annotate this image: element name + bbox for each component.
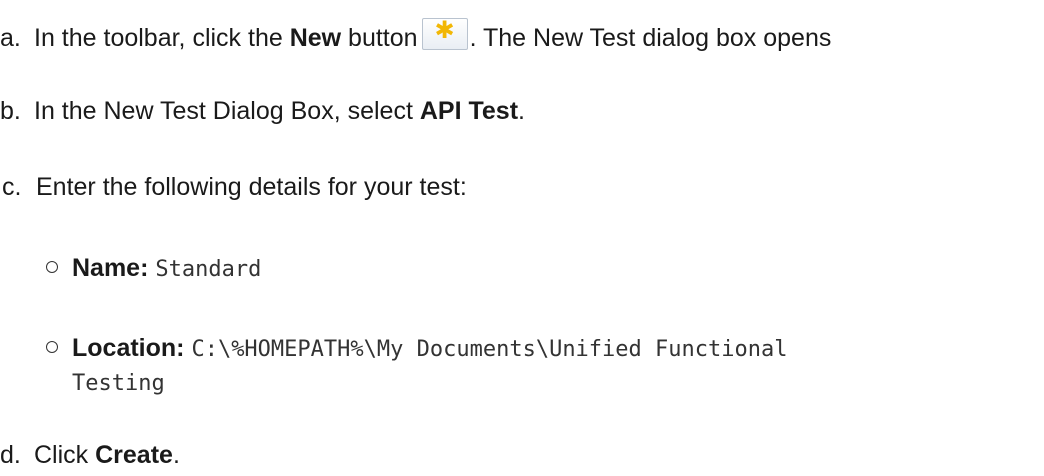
step-text: Click xyxy=(34,441,96,469)
detail-value-continued: Testing xyxy=(72,371,165,396)
bold-term-new: New xyxy=(289,24,342,52)
detail-location: Location: C:\%HOMEPATH%\My Documents\Uni… xyxy=(46,332,787,366)
step-c: c. Enter the following details for your t… xyxy=(2,172,467,202)
step-text: In the New Test Dialog Box, select xyxy=(34,97,420,125)
detail-name: Name: Standard xyxy=(46,252,261,286)
bold-term-create: Create xyxy=(95,441,173,469)
detail-label: Location: xyxy=(72,334,185,362)
step-d: d. Click Create. xyxy=(0,440,180,470)
new-button-image: ✱ xyxy=(421,16,468,50)
step-text: . The New Test dialog box opens xyxy=(469,24,832,52)
detail-value: Standard xyxy=(155,257,262,282)
detail-value: C:\%HOMEPATH%\My Documents\Unified Funct… xyxy=(191,337,788,362)
step-marker: b. xyxy=(0,97,21,125)
bullet-icon xyxy=(46,341,58,353)
step-text: In the toolbar, click the xyxy=(34,24,290,52)
step-marker: d. xyxy=(0,441,21,469)
detail-label: Name: xyxy=(72,254,149,282)
step-text: . xyxy=(518,97,525,125)
step-b: b. In the New Test Dialog Box, select API… xyxy=(0,96,525,126)
step-text: Enter the following details for your tes… xyxy=(36,173,467,201)
detail-location-continuation: Testing xyxy=(72,366,165,400)
step-marker: a. xyxy=(0,24,21,52)
step-text: . xyxy=(172,441,180,469)
instruction-document: a. In the toolbar, click the New button ✱.… xyxy=(0,0,1044,476)
step-text: button xyxy=(341,24,418,52)
new-star-icon: ✱ xyxy=(434,16,455,44)
bullet-icon xyxy=(46,261,58,273)
step-a: a. In the toolbar, click the New button ✱.… xyxy=(0,18,831,53)
bold-term-api-test: API Test xyxy=(419,97,519,125)
step-marker: c. xyxy=(2,173,22,201)
